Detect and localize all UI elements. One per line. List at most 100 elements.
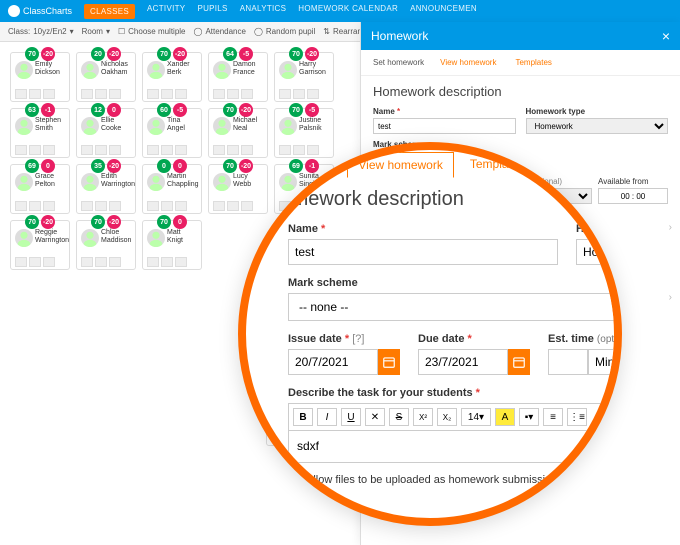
zoom-mark-select[interactable]: -- none -- xyxy=(288,293,622,321)
panel-heading: Homework description xyxy=(373,84,668,99)
zoom-name-input[interactable] xyxy=(288,239,558,265)
pupil-name: ReggieWarrington xyxy=(35,229,67,245)
pupil-name: EllieCooke xyxy=(101,117,133,133)
avatar xyxy=(147,117,165,135)
fontsize-select[interactable]: 14▾ xyxy=(461,408,491,426)
pupil-card[interactable]: 70-20ChloeMaddison xyxy=(76,220,136,270)
ul-button[interactable]: ≡ xyxy=(543,408,563,426)
editor-toolbar: B I U ✕ S X² X₂ 14▾ A ▪▾ ≡ ⋮≡ xyxy=(288,403,622,431)
tab-templates[interactable]: Templates xyxy=(509,54,557,71)
pupil-card[interactable]: 70-20EmilyDickson xyxy=(10,52,70,102)
nav-classes[interactable]: CLASSES xyxy=(84,4,135,19)
strike-button[interactable]: S xyxy=(389,408,409,426)
choose-multiple[interactable]: ☐ Choose multiple xyxy=(118,27,186,36)
calendar-icon[interactable] xyxy=(508,349,530,375)
pupil-card[interactable]: 63-1StephenSmith xyxy=(10,108,70,158)
pupil-name: MichaelNeal xyxy=(233,117,265,133)
bold-button[interactable]: B xyxy=(293,408,313,426)
ztab-homework[interactable]: homework xyxy=(266,152,341,178)
tab-view-homework[interactable]: View homework xyxy=(434,54,502,71)
zoom-heading: Homework description xyxy=(266,188,622,211)
nav-pupils[interactable]: PUPILS xyxy=(197,4,227,19)
pupil-card[interactable]: 35-20EdithWarrington xyxy=(76,164,136,214)
pupil-name: EdithWarrington xyxy=(101,173,133,189)
underline-button[interactable]: U xyxy=(341,408,361,426)
avatar xyxy=(279,61,297,79)
italic-button[interactable]: I xyxy=(317,408,337,426)
pupil-name: XanderBerk xyxy=(167,61,199,77)
avatar xyxy=(147,173,165,191)
brand[interactable]: ClassCharts xyxy=(8,5,72,17)
pupil-card[interactable]: 00MartinChappling xyxy=(142,164,202,214)
pupil-name: EmilyDickson xyxy=(35,61,67,77)
zoom-est-unit[interactable] xyxy=(588,349,622,375)
nav-analytics[interactable]: ANALYTICS xyxy=(240,4,287,19)
avatar xyxy=(213,117,231,135)
brand-text: ClassCharts xyxy=(23,6,72,16)
pupil-name: TinaAngel xyxy=(167,117,199,133)
hwtype-select[interactable]: Homework xyxy=(526,118,669,134)
brand-icon xyxy=(8,5,20,17)
ztab-templates[interactable]: Templates xyxy=(460,152,535,178)
panel-title: Homework xyxy=(371,29,428,43)
avatar xyxy=(213,173,231,191)
pupil-card[interactable]: 70-20XanderBerk xyxy=(142,52,202,102)
pupil-name: MattKnigt xyxy=(167,229,199,245)
pupil-card[interactable]: 70-20ReggieWarrington xyxy=(10,220,70,270)
pupil-card[interactable]: 60-5TinaAngel xyxy=(142,108,202,158)
calendar-icon[interactable] xyxy=(378,349,400,375)
avatar xyxy=(279,117,297,135)
avatar xyxy=(81,229,99,247)
zoom-due-date[interactable] xyxy=(418,349,508,375)
avatar xyxy=(147,229,165,247)
color-button[interactable]: ▪▾ xyxy=(519,408,539,426)
clear-button[interactable]: ✕ xyxy=(365,408,385,426)
zoom-est-input[interactable] xyxy=(548,349,588,375)
ol-button[interactable]: ⋮≡ xyxy=(567,408,587,426)
class-selector[interactable]: Class: 10yz/En2 ▾ xyxy=(8,27,74,36)
sup-button[interactable]: X² xyxy=(413,408,433,426)
close-icon[interactable]: × xyxy=(662,28,670,44)
pupil-card[interactable]: 20-20NicholasOakham xyxy=(76,52,136,102)
pupil-card[interactable]: 700MattKnigt xyxy=(142,220,202,270)
nav-announcements[interactable]: ANNOUNCEMEN xyxy=(410,4,477,19)
zoom-issue-date[interactable] xyxy=(288,349,378,375)
avatar xyxy=(15,117,33,135)
nav-homework-calendar[interactable]: HOMEWORK CALENDAR xyxy=(298,4,398,19)
pupil-card[interactable]: 120EllieCooke xyxy=(76,108,136,158)
ztab-view-homework[interactable]: View homework xyxy=(347,152,453,178)
sub-button[interactable]: X₂ xyxy=(437,408,457,426)
random-pupil-button[interactable]: ◯ Random pupil xyxy=(254,27,315,36)
pupil-name: MartinChappling xyxy=(167,173,199,189)
avatar xyxy=(147,61,165,79)
top-nav: ClassCharts CLASSES ACTIVITY PUPILS ANAL… xyxy=(0,0,680,22)
allow-upload-checkbox[interactable]: Allow files to be uploaded as homework s… xyxy=(288,473,622,486)
pupil-card[interactable]: 690GracePelton xyxy=(10,164,70,214)
nav-activity[interactable]: ACTIVITY xyxy=(147,4,185,19)
avatar xyxy=(15,229,33,247)
tab-set-homework[interactable]: Set homework xyxy=(367,54,430,71)
pupil-name: HarryGarrison xyxy=(299,61,331,77)
chevron-right-icon[interactable]: › xyxy=(669,292,672,303)
room-selector[interactable]: Room ▾ xyxy=(82,27,110,36)
attendance-button[interactable]: ◯ Attendance xyxy=(194,27,246,36)
avatar xyxy=(15,61,33,79)
pupil-name: StephenSmith xyxy=(35,117,67,133)
pupil-name: JustinePalsnik xyxy=(299,117,331,133)
avatar xyxy=(81,61,99,79)
pupil-card[interactable]: 64-5DamonFrance xyxy=(208,52,268,102)
pupil-name: DamonFrance xyxy=(233,61,265,77)
avatar xyxy=(81,173,99,191)
zoom-highlight: homework View homework Templates Homewor… xyxy=(238,142,622,526)
name-input[interactable] xyxy=(373,118,516,134)
chevron-right-icon[interactable]: › xyxy=(669,222,672,233)
pupil-name: ChloeMaddison xyxy=(101,229,133,245)
pupil-name: GracePelton xyxy=(35,173,67,189)
editor-textarea[interactable]: sdxf xyxy=(288,431,622,463)
avatar xyxy=(15,173,33,191)
avatar xyxy=(81,117,99,135)
highlight-button[interactable]: A xyxy=(495,408,515,426)
pupil-card[interactable]: 70-20HarryGarrison xyxy=(274,52,334,102)
pupil-name: NicholasOakham xyxy=(101,61,133,77)
avatar xyxy=(213,61,231,79)
